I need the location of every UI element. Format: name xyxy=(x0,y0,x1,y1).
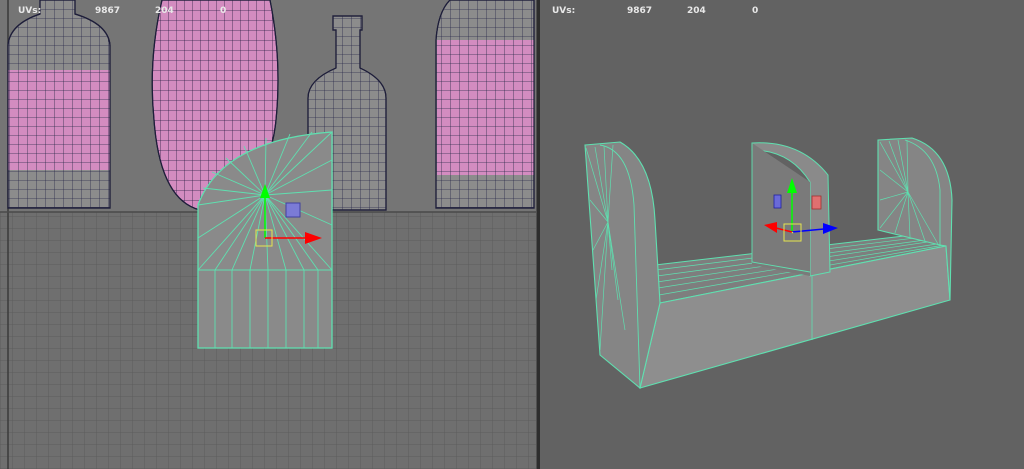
uv-texture-editor[interactable]: UVs: 9867 204 0 xyxy=(0,0,536,469)
manip-plane-handle[interactable] xyxy=(285,202,301,218)
uv-shell-bottle-1[interactable] xyxy=(7,0,111,209)
perspective-canvas[interactable] xyxy=(540,0,1024,469)
maya-split-view: UVs: 9867 204 0 UVs: 9867 204 0 xyxy=(0,0,1024,469)
persp-manip-plane-red[interactable] xyxy=(811,195,822,210)
uv-shell-bottle-4[interactable] xyxy=(435,0,535,209)
uv-editor-canvas[interactable] xyxy=(0,0,536,469)
perspective-viewport[interactable]: UVs: 9867 204 0 xyxy=(540,0,1024,469)
persp-manip-plane-blue[interactable] xyxy=(773,194,782,209)
persp-manip-pivot xyxy=(791,231,794,234)
